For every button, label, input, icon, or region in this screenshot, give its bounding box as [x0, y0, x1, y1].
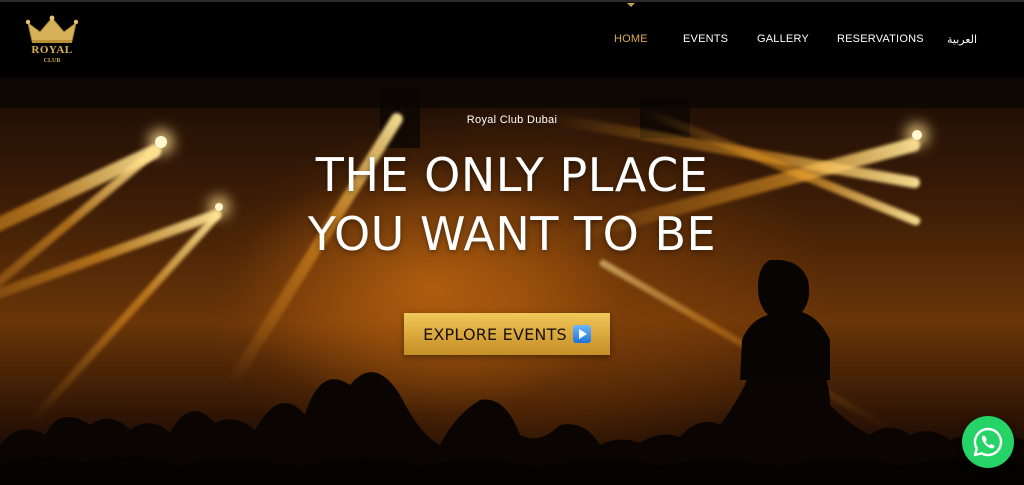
hero-headline-line1: THE ONLY PLACE — [315, 148, 709, 202]
person-silhouette — [740, 260, 830, 380]
nav-events[interactable]: EVENTS — [683, 33, 728, 45]
active-indicator-caret — [627, 3, 635, 7]
hero-headline-line2: YOU WANT TO BE — [307, 207, 717, 261]
hero-eyebrow: Royal Club Dubai — [466, 114, 558, 126]
royal-club-logo[interactable]: ROYAL CLUB — [20, 15, 84, 69]
crown-icon — [25, 15, 79, 43]
logo-title: ROYAL — [31, 44, 73, 56]
play-icon — [572, 325, 591, 343]
stage-light — [155, 136, 167, 148]
explore-events-label: EXPLORE EVENTS — [423, 324, 567, 344]
stage-light — [912, 130, 922, 140]
explore-events-button[interactable]: EXPLORE EVENTS — [404, 313, 610, 355]
nav-arabic[interactable]: العربية — [947, 33, 977, 46]
nav-home[interactable]: HOME — [614, 33, 648, 45]
nav-gallery[interactable]: GALLERY — [757, 33, 809, 45]
whatsapp-icon — [973, 427, 1003, 457]
nav-reservations[interactable]: RESERVATIONS — [837, 33, 924, 45]
whatsapp-chat-button[interactable] — [962, 416, 1014, 468]
top-navbar: ROYAL CLUB HOME EVENTS GALLERY RESERVATI… — [0, 0, 1024, 78]
ceiling-shadow — [0, 78, 1024, 108]
logo-subtitle: CLUB — [43, 58, 61, 64]
hero-section — [0, 78, 1024, 485]
